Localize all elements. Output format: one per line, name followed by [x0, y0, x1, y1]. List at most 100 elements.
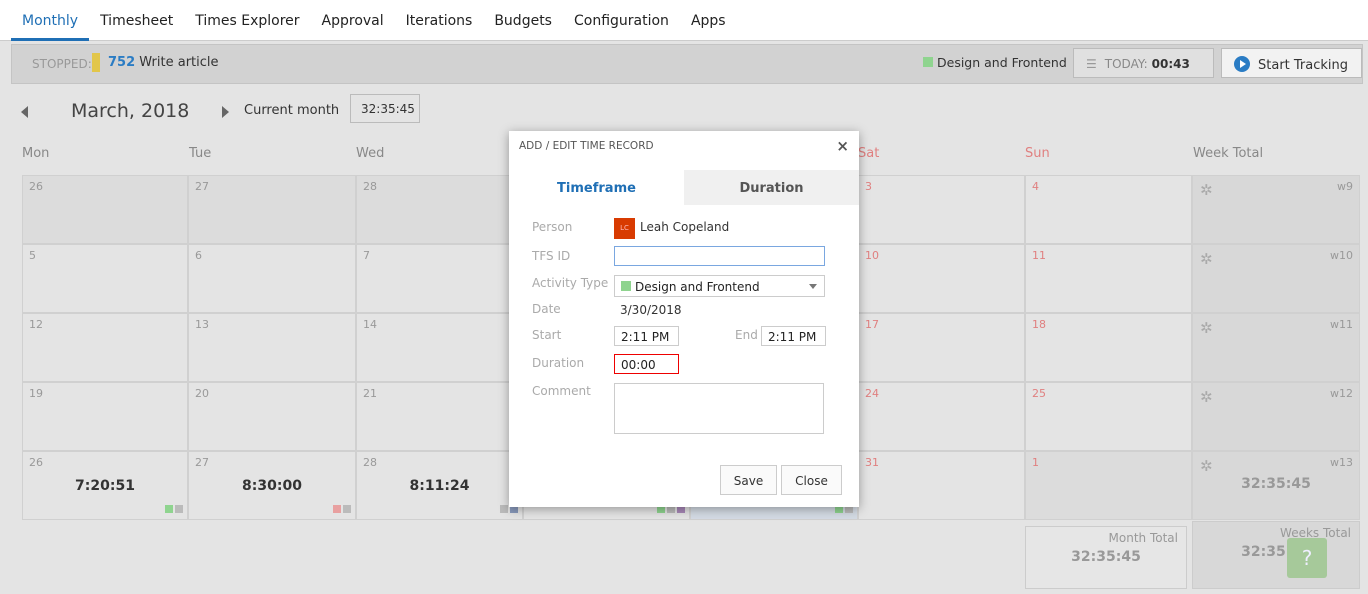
date-label: Date	[532, 302, 561, 316]
day-cell[interactable]: 20	[188, 382, 356, 451]
week-total-cell: ✲ w10	[1192, 244, 1360, 313]
activity-value: Design and Frontend	[635, 280, 760, 294]
start-time-input[interactable]: 2:11 PM	[614, 326, 679, 346]
close-icon[interactable]: ×	[836, 137, 849, 155]
day-cell[interactable]: 24	[858, 382, 1025, 451]
time-record-dialog: ADD / EDIT TIME RECORD × Timeframe Durat…	[509, 131, 859, 507]
day-cell[interactable]: 5	[22, 244, 188, 313]
tab-apps[interactable]: Apps	[680, 0, 737, 41]
activity-color	[923, 57, 933, 67]
tab-configuration[interactable]: Configuration	[563, 0, 680, 41]
tab-approval[interactable]: Approval	[311, 0, 395, 41]
day-header: Sat	[858, 146, 880, 161]
tab-duration[interactable]: Duration	[684, 170, 859, 205]
day-cell[interactable]: 11	[1025, 244, 1192, 313]
help-button[interactable]: ?	[1287, 538, 1327, 578]
day-cell[interactable]: 1	[1025, 451, 1192, 520]
list-icon: ☰	[1086, 57, 1097, 71]
close-button[interactable]: Close	[781, 465, 842, 495]
day-number: 6	[195, 249, 202, 262]
spinner-icon: ✲	[1200, 457, 1213, 475]
next-month-icon[interactable]	[222, 106, 229, 118]
day-number: 19	[29, 387, 43, 400]
duration-input[interactable]: 00:00	[614, 354, 679, 374]
tab-times-explorer[interactable]: Times Explorer	[184, 0, 310, 41]
activity-type-select[interactable]: Design and Frontend	[614, 275, 825, 297]
day-cell[interactable]: 19	[22, 382, 188, 451]
activity-color	[621, 281, 631, 291]
tab-timeframe[interactable]: Timeframe	[509, 170, 684, 205]
person-label: Person	[532, 220, 573, 234]
day-cell[interactable]: 31	[858, 451, 1025, 520]
end-time-input[interactable]: 2:11 PM	[761, 326, 826, 346]
dialog-title: ADD / EDIT TIME RECORD	[519, 140, 654, 152]
day-number: 28	[363, 456, 377, 469]
day-cell[interactable]: 25	[1025, 382, 1192, 451]
day-cell[interactable]: 26 7:20:51	[22, 451, 188, 520]
activity-markers	[333, 505, 351, 513]
activity-marker	[165, 505, 173, 513]
day-header: Mon	[22, 146, 50, 161]
week-number: w9	[1337, 180, 1353, 193]
week-number: w12	[1330, 387, 1353, 400]
day-cell[interactable]: 14	[356, 313, 523, 382]
month-total-value: 32:35:45	[1071, 549, 1141, 565]
day-cell[interactable]: 13	[188, 313, 356, 382]
tab-budgets[interactable]: Budgets	[483, 0, 563, 41]
week-total-cell: ✲ w9	[1192, 175, 1360, 244]
task-id: 752	[108, 55, 136, 70]
day-cell[interactable]: 12	[22, 313, 188, 382]
day-number: 25	[1032, 387, 1046, 400]
day-cell[interactable]: 3	[858, 175, 1025, 244]
day-cell[interactable]: 28 8:11:24	[356, 451, 523, 520]
month-total: Month Total 32:35:45	[1025, 526, 1187, 589]
tab-iterations[interactable]: Iterations	[395, 0, 484, 41]
task-name: Write article	[139, 55, 219, 70]
day-cell[interactable]: 26	[22, 175, 188, 244]
day-cell[interactable]: 10	[858, 244, 1025, 313]
day-cell[interactable]: 27 8:30:00	[188, 451, 356, 520]
current-task[interactable]: 752 Write article	[108, 55, 219, 70]
spinner-icon: ✲	[1200, 319, 1213, 337]
day-number: 24	[865, 387, 879, 400]
week-number: w11	[1330, 318, 1353, 331]
day-cell[interactable]: 17	[858, 313, 1025, 382]
date-value: 3/30/2018	[620, 303, 682, 317]
avatar: LC	[614, 218, 635, 239]
tab-monthly[interactable]: Monthly	[11, 0, 90, 41]
day-number: 4	[1032, 180, 1039, 193]
chevron-down-icon	[809, 284, 817, 289]
tab-timesheet[interactable]: Timesheet	[89, 0, 184, 41]
day-cell[interactable]: 21	[356, 382, 523, 451]
activity-name: Design and Frontend	[937, 55, 1067, 70]
spinner-icon: ✲	[1200, 388, 1213, 406]
day-total: 7:20:51	[75, 478, 135, 494]
month-title: March, 2018	[71, 100, 190, 122]
prev-month-icon[interactable]	[21, 106, 28, 118]
day-total: 8:30:00	[242, 478, 302, 494]
day-cell[interactable]: 28	[356, 175, 523, 244]
question-icon: ?	[1301, 546, 1313, 570]
person-name: Leah Copeland	[640, 220, 730, 234]
start-label: Start Tracking	[1258, 58, 1349, 73]
day-number: 14	[363, 318, 377, 331]
month-sum: 32:35:45	[350, 94, 420, 123]
day-cell[interactable]: 27	[188, 175, 356, 244]
day-cell[interactable]: 7	[356, 244, 523, 313]
comment-input[interactable]	[614, 383, 824, 434]
today-button[interactable]: ☰ TODAY: 00:43	[1073, 48, 1214, 78]
day-number: 27	[195, 456, 209, 469]
week-number: w10	[1330, 249, 1353, 262]
current-month-link[interactable]: Current month	[244, 103, 339, 118]
day-cell[interactable]: 18	[1025, 313, 1192, 382]
day-header: Week Total	[1193, 146, 1264, 161]
day-number: 1	[1032, 456, 1039, 469]
save-button[interactable]: Save	[720, 465, 777, 495]
day-cell[interactable]: 6	[188, 244, 356, 313]
day-cell[interactable]: 4	[1025, 175, 1192, 244]
tfs-id-input[interactable]	[614, 246, 825, 266]
tracking-status-bar: STOPPED: 752 Write article Design and Fr…	[11, 44, 1363, 84]
day-number: 11	[1032, 249, 1046, 262]
start-tracking-button[interactable]: Start Tracking	[1221, 48, 1362, 78]
day-number: 28	[363, 180, 377, 193]
